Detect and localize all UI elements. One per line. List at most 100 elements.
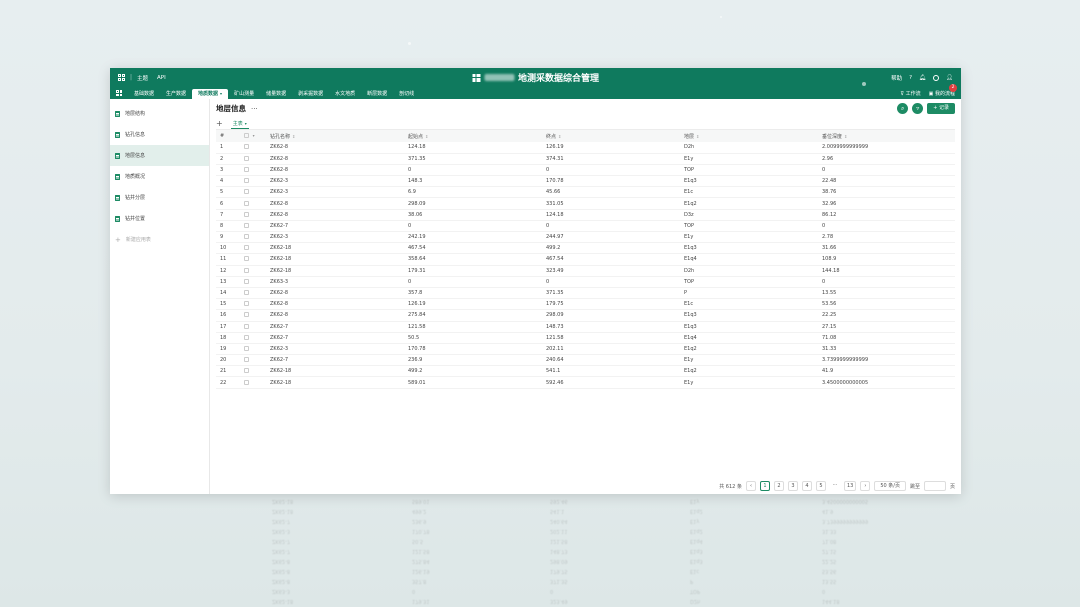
sidebar-item-5[interactable]: 钻井位置 <box>110 208 209 229</box>
table-row[interactable]: 3 ZK62-8 0 0 TOP 0 <box>216 164 955 177</box>
row-checkbox[interactable] <box>240 376 266 389</box>
page-button[interactable]: 3 <box>787 481 798 491</box>
row-checkbox[interactable] <box>240 186 266 199</box>
page-button[interactable]: 1 <box>759 481 770 491</box>
row-checkbox[interactable] <box>240 142 266 154</box>
sidebar-item-4[interactable]: 钻井分层 <box>110 187 209 208</box>
row-checkbox[interactable] <box>240 365 266 378</box>
table-row[interactable]: 12 ZK62-18 179.31 323.49 D2h 144.18 <box>216 265 955 277</box>
add-view-icon[interactable]: + <box>216 119 223 128</box>
bell-icon[interactable]: 🔔︎ <box>919 75 926 81</box>
apps-grid-icon[interactable] <box>118 74 125 81</box>
tab-8[interactable]: 剖切线 <box>393 89 420 99</box>
table-row[interactable]: 6 ZK62-8 298.09 331.05 E1q2 32.96 <box>216 197 955 210</box>
tab-3[interactable]: 矿山测量 <box>228 89 260 99</box>
col-header-stratum[interactable]: 地层 ⇕ <box>680 130 818 142</box>
last-page-button[interactable]: 13 <box>843 481 857 491</box>
view-selector[interactable]: 主表 ▾ <box>230 119 249 129</box>
tab-2[interactable]: 地质数据 ▾ <box>192 89 229 99</box>
col-header-hole[interactable]: 钻孔名称 ⇕ <box>266 130 404 142</box>
row-checkbox[interactable] <box>240 253 266 266</box>
sidebar-item-0[interactable]: 地层结构 <box>110 103 209 124</box>
table-row[interactable]: 17 ZK62-7 121.58 148.73 E1q3 27.15 <box>216 321 955 333</box>
table-cell: 126.19 <box>542 142 680 154</box>
table-row[interactable]: 8 ZK62-7 0 0 TOP 0 <box>216 220 955 233</box>
col-header-start[interactable]: 起始点 ⇕ <box>404 130 542 142</box>
row-checkbox[interactable] <box>240 332 266 344</box>
table-row[interactable]: 22 ZK62-18 589.01 592.46 E1y 3.4500000000005 <box>216 376 955 389</box>
api-link[interactable]: API <box>157 75 166 81</box>
select-all-checkbox[interactable]: ▾ <box>240 130 266 142</box>
row-checkbox[interactable] <box>240 164 266 177</box>
col-header-depth[interactable]: 垂位深度 ⇕ <box>818 130 955 142</box>
table-row[interactable]: 21 ZK62-18 499.2 541.1 E1q2 41.9 <box>216 365 955 378</box>
row-checkbox[interactable] <box>240 343 266 356</box>
search-button[interactable]: ⌕ <box>897 103 909 114</box>
table-row[interactable]: 14 ZK62-8 357.8 371.35 P 13.55 <box>216 287 955 300</box>
page-button[interactable]: 4 <box>801 481 812 491</box>
row-checkbox[interactable] <box>240 175 266 188</box>
row-checkbox[interactable] <box>240 309 266 322</box>
workflow-link[interactable]: ⊽ 工作流 <box>900 90 920 97</box>
table-row[interactable]: 13 ZK63-3 0 0 TOP 0 <box>216 276 955 288</box>
table-row[interactable]: 1 ZK62-8 124.18 126.19 D2h 2.0099999999999 <box>216 142 955 154</box>
table-cell: 21 <box>216 365 240 378</box>
table-row[interactable]: 9 ZK62-3 242.19 244.97 E1y 2.78 <box>216 231 955 244</box>
more-options-icon[interactable]: ··· <box>251 105 258 113</box>
jump-page-input[interactable] <box>923 481 946 491</box>
row-checkbox[interactable] <box>240 354 266 367</box>
row-checkbox[interactable] <box>240 276 266 288</box>
row-checkbox[interactable] <box>240 209 266 221</box>
sidebar-item-3[interactable]: 地质概况 <box>110 166 209 187</box>
table-row[interactable]: 19 ZK62-3 170.78 202.11 E1q2 31.33 <box>216 343 955 356</box>
theme-link[interactable]: 主题 <box>137 74 148 82</box>
table-cell: ZK62-8 <box>266 153 404 165</box>
help-icon[interactable]: ? <box>909 75 912 81</box>
page-button[interactable]: 2 <box>773 481 784 491</box>
sidebar-item-1[interactable]: 钻孔信息 <box>110 124 209 145</box>
table-row[interactable]: 4 ZK62-3 148.3 170.78 E1q3 22.48 <box>216 175 955 188</box>
table-row[interactable]: 10 ZK62-18 467.54 499.2 E1q3 31.66 <box>216 242 955 255</box>
row-checkbox[interactable] <box>240 231 266 244</box>
table-row[interactable]: 20 ZK62-7 236.9 240.64 E1y 3.7399999999999 <box>216 354 955 367</box>
add-record-button[interactable]: + 记录 <box>927 103 955 114</box>
tab-4[interactable]: 储量数据 <box>260 89 292 99</box>
settings-icon[interactable] <box>933 74 940 81</box>
user-icon[interactable]: 👤︎ <box>946 75 953 81</box>
row-checkbox[interactable] <box>240 197 266 210</box>
table-row[interactable]: 2 ZK62-8 371.35 374.31 E1y 2.96 <box>216 153 955 165</box>
table-row[interactable]: 5 ZK62-3 6.9 45.66 E1c 38.76 <box>216 186 955 199</box>
tab-1[interactable]: 生产数据 <box>160 89 192 99</box>
table-row[interactable]: 18 ZK62-7 50.5 121.58 E1q4 71.08 <box>216 332 955 344</box>
tab-5[interactable]: 剥采掘数据 <box>292 89 329 99</box>
row-checkbox[interactable] <box>240 287 266 300</box>
sidebar-item-2[interactable]: 地层信息 <box>110 145 209 166</box>
help-link[interactable]: 帮助 <box>891 74 902 82</box>
menu-grid-icon[interactable] <box>116 90 122 96</box>
table-cell: 13.55 <box>818 287 955 300</box>
row-checkbox[interactable] <box>240 321 266 333</box>
row-checkbox[interactable] <box>240 298 266 311</box>
col-header-end[interactable]: 终点 ⇕ <box>542 130 680 142</box>
row-checkbox[interactable] <box>240 242 266 255</box>
tab-7[interactable]: 断层数据 <box>361 89 393 99</box>
row-checkbox[interactable] <box>240 153 266 165</box>
page-button[interactable]: 5 <box>815 481 826 491</box>
next-page-button[interactable]: › <box>860 481 871 491</box>
filter-button[interactable]: ▿ <box>912 103 924 114</box>
page-ellipsis[interactable]: ··· <box>830 481 840 491</box>
table-row[interactable]: 7 ZK62-8 38.06 124.18 D3z 86.12 <box>216 209 955 221</box>
col-label: 终点 <box>546 133 557 140</box>
prev-page-button[interactable]: ‹ <box>745 481 756 491</box>
table-cell: 3.4500000000005 <box>818 376 955 389</box>
tab-6[interactable]: 水文地质 <box>329 89 361 99</box>
table-row[interactable]: 11 ZK62-18 358.64 467.54 E1q4 108.9 <box>216 253 955 266</box>
tab-0[interactable]: 基础数据 <box>128 89 160 99</box>
page-size-select[interactable]: 50 条/页 <box>874 481 906 491</box>
table-row[interactable]: 16 ZK62-8 275.84 298.09 E1q3 22.25 <box>216 309 955 322</box>
row-checkbox[interactable] <box>240 220 266 233</box>
row-checkbox[interactable] <box>240 265 266 277</box>
table-row[interactable]: 15 ZK62-8 126.19 179.75 E1c 53.56 <box>216 298 955 311</box>
sidebar-add-table[interactable]: + 新建应用表 <box>110 229 209 250</box>
table-cell: 592.46 <box>542 376 680 389</box>
